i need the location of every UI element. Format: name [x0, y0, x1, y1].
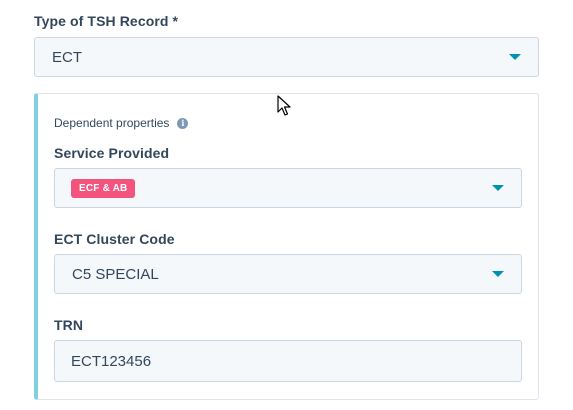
service-provided-select[interactable]: ECF & AB — [54, 168, 522, 208]
tsh-record-select[interactable]: ECT — [34, 37, 539, 77]
service-tag[interactable]: ECF & AB — [71, 178, 136, 198]
trn-value: ECT123456 — [71, 352, 152, 370]
chevron-down-icon[interactable] — [492, 185, 504, 191]
tsh-record-value: ECT — [52, 48, 82, 66]
mouse-cursor-icon — [277, 95, 291, 116]
dependent-properties-title: Dependent properties i — [54, 116, 189, 130]
trn-label: TRN — [54, 317, 84, 333]
chevron-down-icon[interactable] — [492, 271, 504, 277]
chevron-down-icon[interactable] — [509, 54, 521, 60]
trn-input[interactable]: ECT123456 — [54, 340, 522, 382]
service-provided-label: Service Provided — [54, 145, 170, 161]
ect-cluster-code-value: C5 SPECIAL — [72, 265, 159, 283]
ect-cluster-code-label: ECT Cluster Code — [54, 231, 175, 247]
ect-cluster-code-select[interactable]: C5 SPECIAL — [54, 254, 522, 294]
tsh-record-label: Type of TSH Record * — [34, 13, 179, 29]
dependent-properties-label: Dependent properties — [54, 116, 170, 130]
info-icon[interactable]: i — [177, 117, 189, 129]
